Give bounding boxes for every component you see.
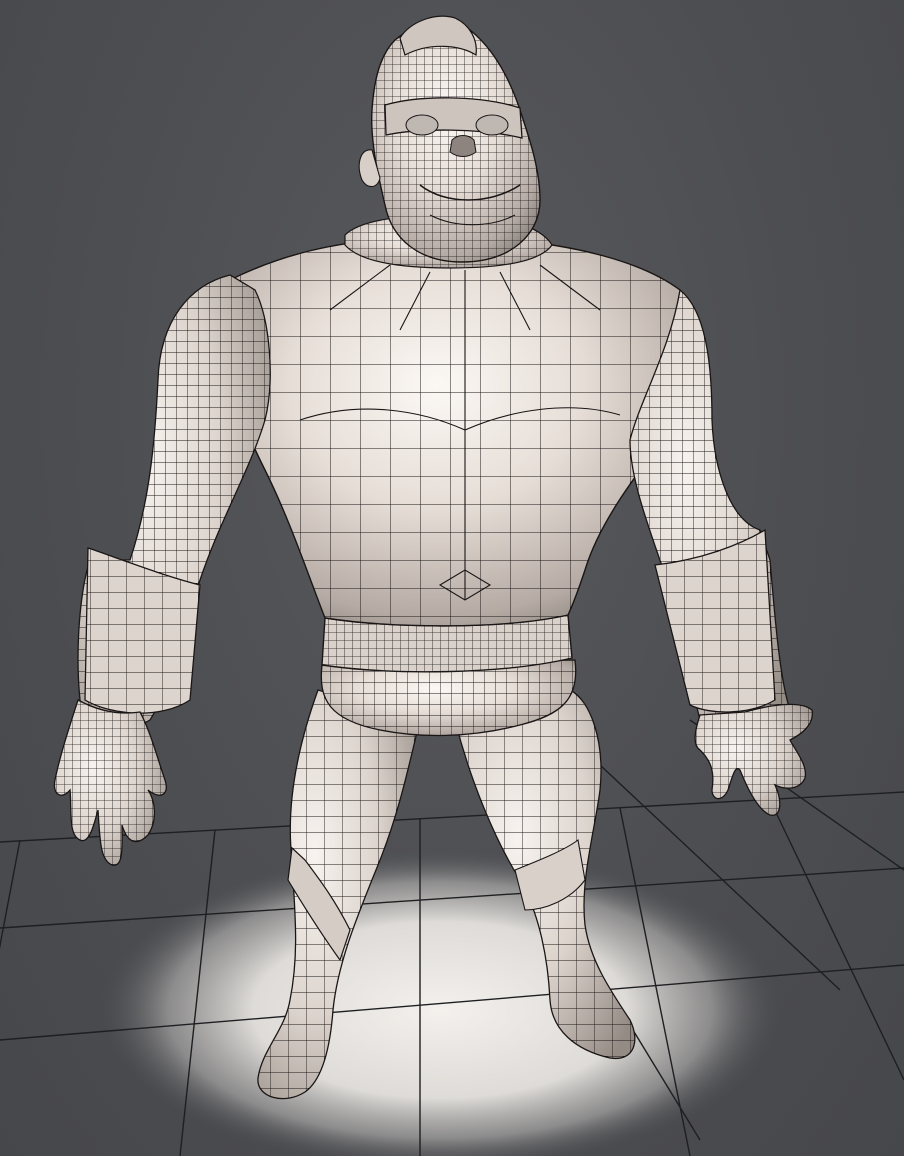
3d-viewport[interactable] (0, 0, 904, 1156)
left-arm[interactable] (77, 274, 271, 729)
scene-canvas[interactable] (0, 0, 904, 1156)
left-hand[interactable] (53, 699, 167, 866)
torso[interactable] (224, 239, 695, 627)
